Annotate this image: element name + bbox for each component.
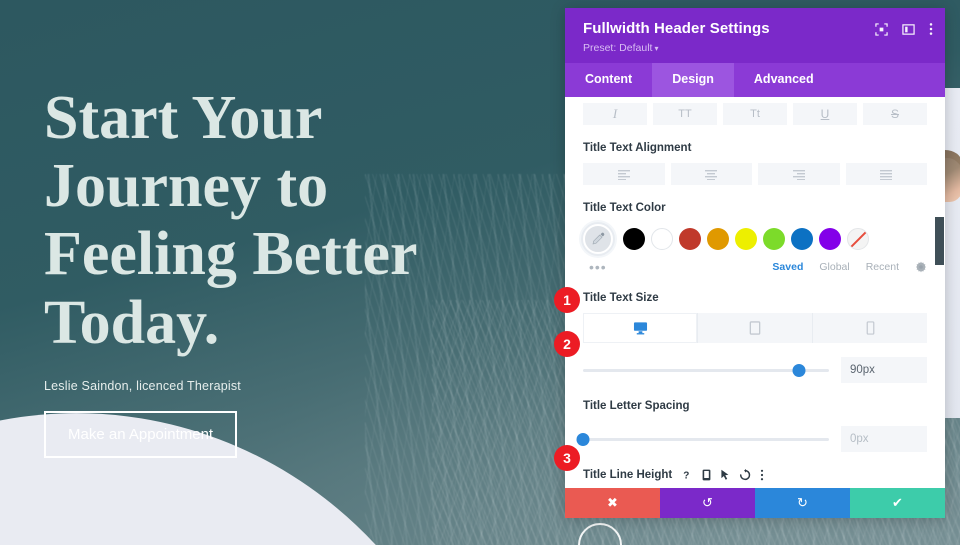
- hero-content: Start Your Journey to Feeling Better Tod…: [44, 84, 504, 458]
- align-right-button[interactable]: [758, 163, 840, 185]
- fullscreen-icon[interactable]: [875, 22, 888, 36]
- title-letter-spacing-label: Title Letter Spacing: [583, 400, 690, 412]
- title-line-height-label: Title Line Height ?: [583, 469, 927, 481]
- responsive-icon[interactable]: [702, 469, 711, 481]
- modal-header: Fullwidth Header Settings Preset: Defaul…: [565, 8, 945, 63]
- title-text-alignment-options: [583, 163, 927, 185]
- device-desktop-button[interactable]: [583, 313, 698, 343]
- slider-track: [583, 437, 829, 441]
- annotation-badge-3: 3: [554, 445, 580, 471]
- title-text-size-label: Title Text Size: [583, 292, 659, 304]
- align-left-button[interactable]: [583, 163, 665, 185]
- layout-icon[interactable]: [902, 23, 915, 36]
- annotation-badge-2: 2: [554, 331, 580, 357]
- title-text-size-input[interactable]: 90px: [841, 357, 927, 383]
- make-appointment-button[interactable]: Make an Appointment: [44, 410, 238, 458]
- save-button[interactable]: ✔: [850, 488, 945, 518]
- title-line-height-text: Title Line Height: [583, 469, 673, 481]
- tab-design[interactable]: Design: [652, 63, 734, 97]
- capitalize-label: Tt: [750, 108, 760, 120]
- swatch-none[interactable]: [847, 228, 869, 250]
- italic-button[interactable]: I: [583, 103, 647, 125]
- more-options-icon[interactable]: [929, 22, 933, 36]
- hover-icon[interactable]: [720, 469, 730, 481]
- color-tab-global[interactable]: Global: [819, 261, 849, 273]
- color-tab-saved[interactable]: Saved: [772, 261, 803, 273]
- capitalize-button[interactable]: Tt: [723, 103, 787, 125]
- title-text-alignment-label: Title Text Alignment: [583, 142, 692, 154]
- modal-action-bar: ✖ ↺ ↻ ✔: [565, 488, 945, 518]
- preset-selector[interactable]: Preset: Default ▾: [583, 42, 929, 54]
- title-letter-spacing-input[interactable]: 0px: [841, 426, 927, 452]
- gear-icon[interactable]: [915, 261, 927, 273]
- swatch-purple[interactable]: [819, 228, 841, 250]
- swatch-blue[interactable]: [791, 228, 813, 250]
- page-title: Start Your Journey to Feeling Better Tod…: [44, 84, 417, 357]
- help-icon[interactable]: ?: [682, 469, 693, 482]
- tab-advanced[interactable]: Advanced: [734, 63, 834, 97]
- hero-subtitle: Leslie Saindon, licenced Therapist: [44, 378, 241, 393]
- swatch-orange[interactable]: [707, 228, 729, 250]
- reset-icon[interactable]: [739, 469, 751, 481]
- title-text-size-slider[interactable]: [583, 362, 829, 378]
- tab-content[interactable]: Content: [565, 63, 652, 97]
- screen: Start Your Journey to Feeling Better Tod…: [0, 0, 960, 545]
- align-justify-button[interactable]: [845, 163, 927, 185]
- cancel-button[interactable]: ✖: [565, 488, 660, 518]
- device-toggle-group: [583, 313, 927, 343]
- device-tablet-button[interactable]: [698, 313, 813, 343]
- svg-text:?: ?: [683, 471, 689, 482]
- swatch-green[interactable]: [763, 228, 785, 250]
- slider-knob[interactable]: [576, 433, 590, 446]
- strikethrough-button[interactable]: S: [863, 103, 927, 125]
- uppercase-button[interactable]: TT: [653, 103, 717, 125]
- annotation-badge-1: 1: [554, 287, 580, 313]
- swatch-black[interactable]: [623, 228, 645, 250]
- device-phone-button[interactable]: [813, 313, 927, 343]
- more-options-icon[interactable]: [760, 469, 764, 481]
- color-swatch-row: [583, 224, 927, 254]
- chevron-down-icon: ▾: [654, 44, 659, 53]
- swatch-red[interactable]: [679, 228, 701, 250]
- title-text-color-label: Title Text Color: [583, 202, 666, 214]
- redo-button[interactable]: ↻: [755, 488, 850, 518]
- slider-knob[interactable]: [792, 364, 806, 377]
- modal-tabs: Content Design Advanced: [565, 63, 945, 97]
- modal-scrollbar-track[interactable]: [937, 97, 943, 488]
- uppercase-label: TT: [678, 108, 692, 120]
- scroll-down-indicator[interactable]: [578, 523, 622, 545]
- more-colors-icon[interactable]: •••: [583, 259, 607, 275]
- title-letter-spacing-slider[interactable]: [576, 431, 829, 447]
- color-tab-recent[interactable]: Recent: [866, 261, 899, 273]
- line-height-icon-group: ?: [682, 469, 764, 481]
- color-picker-button[interactable]: [583, 224, 613, 254]
- modal-body: I TT Tt U S Title Text Alignment Title T…: [565, 97, 945, 488]
- undo-button[interactable]: ↺: [660, 488, 755, 518]
- color-meta-row: ••• Saved Global Recent: [583, 259, 927, 275]
- fullwidth-header-settings-modal: Fullwidth Header Settings Preset: Defaul…: [565, 8, 945, 518]
- swatch-white[interactable]: [651, 228, 673, 250]
- underline-button[interactable]: U: [793, 103, 857, 125]
- preset-label: Preset: Default: [583, 42, 653, 54]
- title-text-size-slider-row: 90px: [583, 357, 927, 383]
- text-style-buttons: I TT Tt U S: [583, 97, 927, 125]
- color-source-tabs: Saved Global Recent: [772, 261, 927, 273]
- swatch-yellow[interactable]: [735, 228, 757, 250]
- modal-scrollbar-thumb[interactable]: [935, 217, 944, 265]
- align-center-button[interactable]: [670, 163, 752, 185]
- modal-header-icons: [875, 22, 933, 36]
- title-letter-spacing-slider-row: 0px: [576, 426, 927, 452]
